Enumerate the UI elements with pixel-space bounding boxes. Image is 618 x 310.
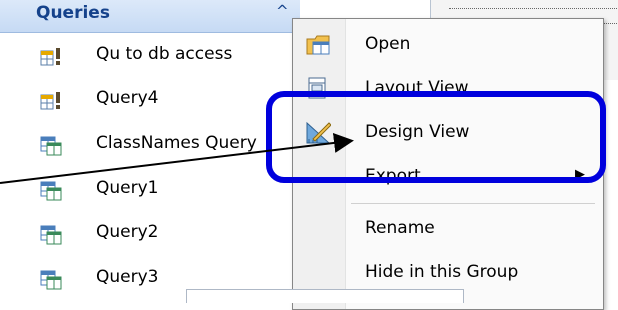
callout-arrow <box>0 132 354 184</box>
bottom-dialog-edge <box>186 289 464 303</box>
